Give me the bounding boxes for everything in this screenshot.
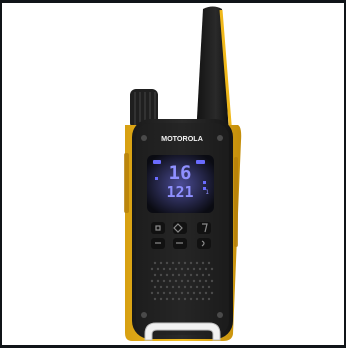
display-main-number: 16 — [169, 162, 192, 184]
display-small-number: 1 — [205, 189, 209, 196]
display-sub-number: 121 — [166, 183, 193, 201]
display-panel: 16 121 1 — [147, 155, 214, 213]
screenshot-frame: MOTOROLA 16 121 1 — [0, 0, 346, 348]
antenna — [196, 6, 233, 137]
product-image-canvas: MOTOROLA 16 121 1 — [2, 3, 344, 345]
brand-label: MOTOROLA — [161, 134, 203, 143]
walkie-talkie-illustration: MOTOROLA 16 121 1 — [124, 6, 242, 341]
